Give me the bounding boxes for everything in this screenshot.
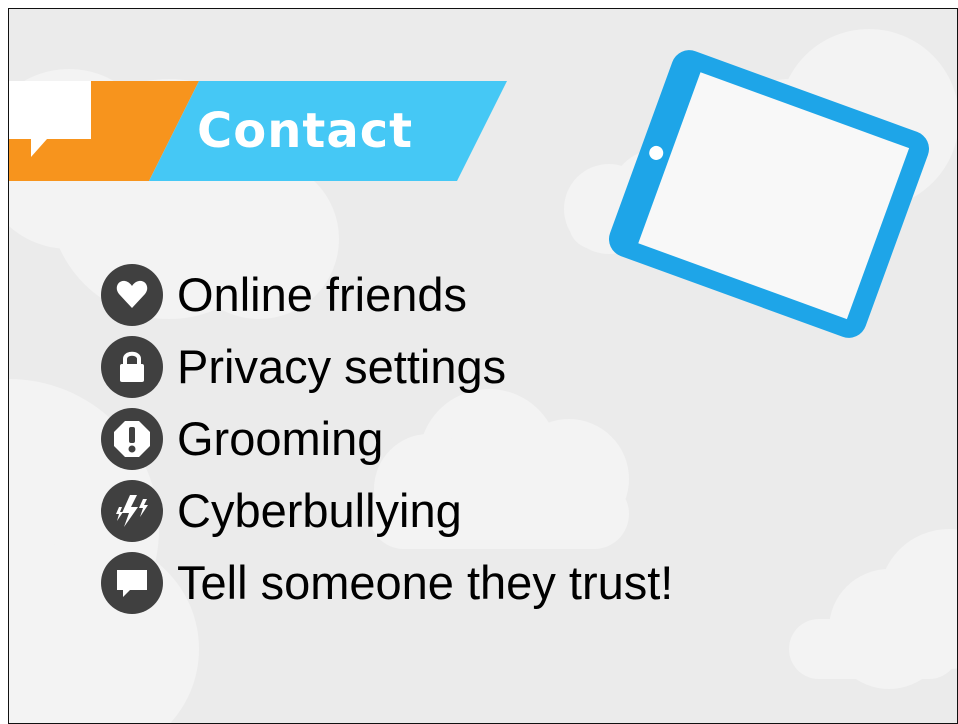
lightning-icon	[101, 480, 163, 542]
title-banner: Contact	[9, 81, 529, 181]
topic-label: Privacy settings	[177, 340, 507, 393]
list-item: Grooming	[101, 403, 673, 475]
topic-label: Cyberbullying	[177, 484, 462, 537]
slide: Contact Online friends Privacy settings …	[8, 8, 958, 724]
speech-bubble-icon	[9, 81, 91, 157]
topic-label: Tell someone they trust!	[177, 556, 674, 609]
speech-bubble-icon	[101, 552, 163, 614]
list-item: Cyberbullying	[101, 475, 673, 547]
page-title: Contact	[197, 103, 414, 159]
heart-icon	[101, 264, 163, 326]
topic-label: Grooming	[177, 412, 384, 465]
list-item: Privacy settings	[101, 331, 673, 403]
exclamation-icon	[101, 408, 163, 470]
topic-label: Online friends	[177, 268, 467, 321]
padlock-icon	[101, 336, 163, 398]
list-item: Tell someone they trust!	[101, 547, 673, 619]
topic-list: Online friends Privacy settings Grooming	[101, 259, 673, 619]
list-item: Online friends	[101, 259, 673, 331]
